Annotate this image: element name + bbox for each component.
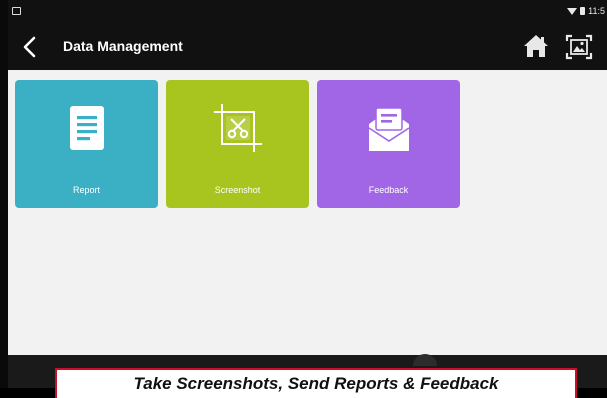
status-time: 11:5 [588,6,605,16]
page-title: Data Management [63,38,183,54]
caption-text: Take Screenshots, Send Reports & Feedbac… [133,374,499,393]
function-tiles: Report Screenshot Feedback [15,80,460,208]
report-tile[interactable]: Report [15,80,158,208]
status-indicators: 11:5 [567,6,605,16]
document-icon [69,106,104,155]
notification-icon [12,7,21,15]
envelope-message-icon [366,104,412,159]
status-bar: 11:5 [8,0,607,24]
crop-scissors-icon [212,102,264,159]
feedback-tile[interactable]: Feedback [317,80,460,208]
report-label: Report [72,185,100,195]
screenshot-label: Screenshot [214,185,261,195]
gallery-button[interactable] [564,33,594,61]
screen: 11:5 Data Management Report Screenshot F… [8,0,607,388]
device-frame: 11:5 Data Management Report Screenshot F… [0,0,607,398]
chevron-left-icon [23,36,36,58]
screenshot-tile[interactable]: Screenshot [166,80,309,208]
feedback-label: Feedback [368,185,409,195]
battery-icon [580,7,586,15]
home-icon [524,35,548,57]
back-button[interactable] [20,35,40,59]
app-bar: Data Management [8,24,607,70]
wifi-icon [567,7,578,15]
caption-banner: Take Screenshots, Send Reports & Feedbac… [55,368,577,398]
image-gallery-icon [565,34,593,60]
home-button[interactable] [523,33,549,59]
